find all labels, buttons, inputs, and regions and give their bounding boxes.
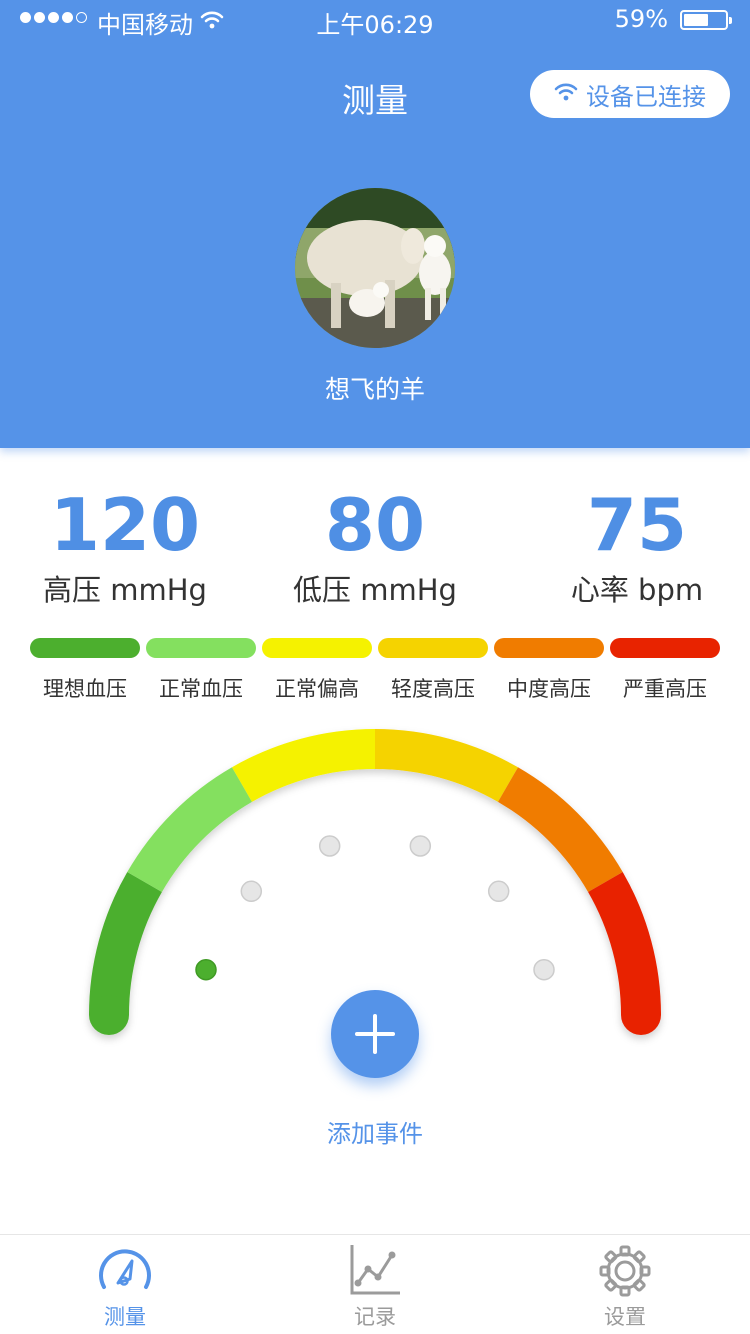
gauge-segment-ideal xyxy=(89,872,163,1016)
plus-icon xyxy=(355,1014,395,1054)
pulse-label: 心率 bpm xyxy=(570,573,704,607)
pulse-value: 75 xyxy=(586,483,688,567)
wifi-icon xyxy=(554,80,578,108)
scale-label-mild: 轻度高压 xyxy=(391,677,475,701)
gauge-indicator-dot xyxy=(487,880,510,903)
tab-settings-label: 设置 xyxy=(604,1305,646,1329)
gauge-segment-mild xyxy=(374,729,518,803)
device-connection-button[interactable]: 设备已连接 xyxy=(530,70,730,118)
battery-icon xyxy=(680,10,732,30)
scale-bar-ideal xyxy=(30,638,140,658)
device-status-label: 设备已连接 xyxy=(586,82,706,111)
scale-label-severe: 严重高压 xyxy=(623,677,707,701)
battery-percentage: 59% xyxy=(614,5,668,33)
tab-measure-label: 测量 xyxy=(104,1305,146,1329)
tab-measure[interactable]: 测量 xyxy=(0,1235,250,1334)
systolic-reading: 120 高压 mmHg xyxy=(25,480,225,610)
gauge-segment-normal xyxy=(127,767,253,893)
gauge-indicator-dot xyxy=(240,880,263,903)
status-bar: 中国移动 上午06:29 59% xyxy=(0,0,750,40)
scale-label-normal: 正常血压 xyxy=(159,677,243,701)
gauge-indicator-dot xyxy=(409,835,432,857)
scale-label-moderate: 中度高压 xyxy=(507,677,591,701)
tab-settings[interactable]: 设置 xyxy=(500,1235,750,1334)
scale-label-high-normal: 正常偏高 xyxy=(275,677,359,701)
gauge-segment-high-normal xyxy=(232,729,376,803)
tab-bar: 测量 记录 设置 xyxy=(0,1234,750,1334)
scale-bar-mild xyxy=(378,638,488,658)
gauge-indicator-active xyxy=(195,958,217,981)
line-chart-icon xyxy=(348,1243,402,1301)
gauge-icon xyxy=(96,1243,154,1301)
user-name: 想飞的羊 xyxy=(324,375,425,404)
systolic-value: 120 xyxy=(49,483,201,567)
pulse-reading: 75 心率 bpm xyxy=(537,480,737,610)
scale-bar-moderate xyxy=(494,638,604,658)
add-event-button[interactable] xyxy=(331,990,419,1078)
gear-icon xyxy=(599,1245,651,1301)
diastolic-label: 低压 mmHg xyxy=(293,573,457,607)
diastolic-reading: 80 低压 mmHg xyxy=(275,480,475,610)
gauge-end-cap xyxy=(89,995,129,1035)
diastolic-value: 80 xyxy=(324,483,426,567)
add-event-label[interactable]: 添加事件 xyxy=(0,1114,750,1149)
systolic-label: 高压 mmHg xyxy=(43,573,207,607)
avatar[interactable] xyxy=(295,188,455,348)
scale-label-ideal: 理想血压 xyxy=(43,677,127,701)
scale-bar-normal xyxy=(146,638,256,658)
gauge-indicator-dot xyxy=(533,958,555,981)
header: 中国移动 上午06:29 59% 测量 设备已连接 想飞的羊 xyxy=(0,0,750,448)
tab-records-label: 记录 xyxy=(354,1305,396,1329)
gauge-indicator-dot xyxy=(318,835,341,857)
tab-records[interactable]: 记录 xyxy=(250,1235,500,1334)
scale-bar-severe xyxy=(610,638,720,658)
gauge-end-cap xyxy=(621,995,661,1035)
gauge-segment-moderate xyxy=(497,767,623,893)
gauge-segment-severe xyxy=(587,872,661,1016)
scale-bar-high-normal xyxy=(262,638,372,658)
